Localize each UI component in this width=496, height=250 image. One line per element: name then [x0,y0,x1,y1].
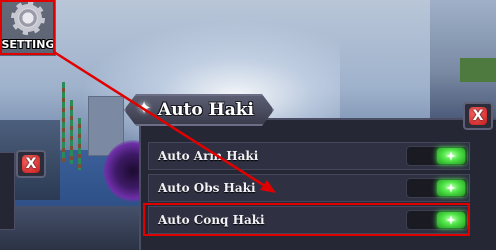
arrow-line [53,50,269,190]
arrow-head [260,180,276,193]
annotation-arrow [53,50,276,193]
